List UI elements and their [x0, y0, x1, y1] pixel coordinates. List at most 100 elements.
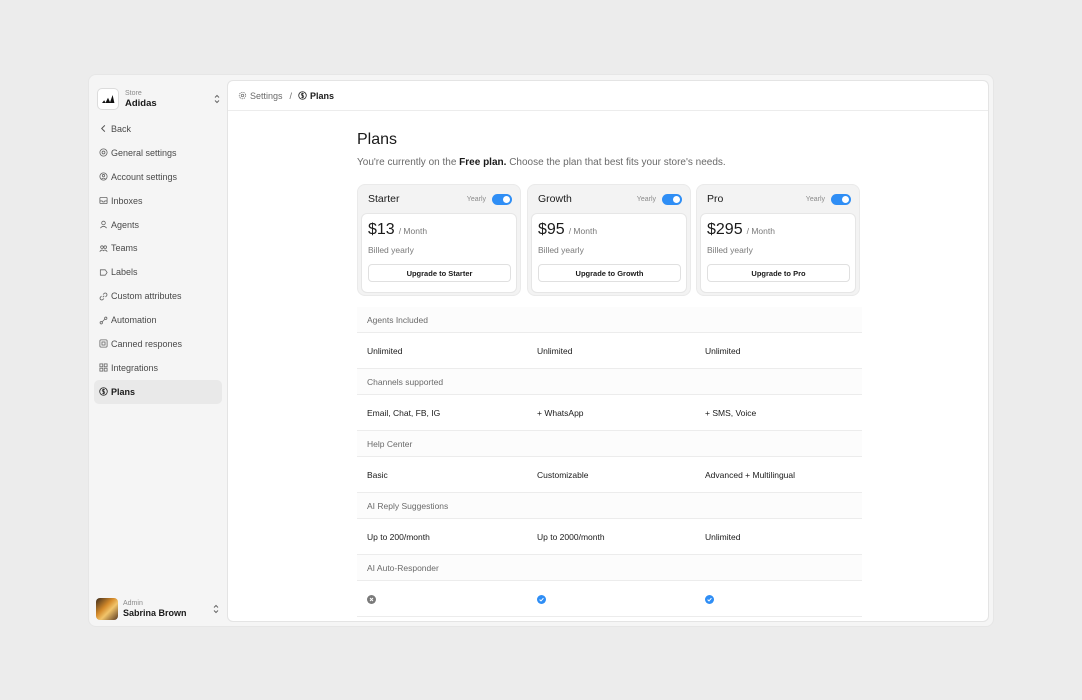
back-label: Back	[111, 123, 132, 134]
dollar-icon	[298, 91, 307, 100]
table-row: Basic Customizable Advanced + Multilingu…	[357, 457, 862, 493]
main-panel: Settings / Plans Plans You're currently …	[227, 80, 989, 622]
cell-starter: Basic	[367, 470, 388, 480]
user-role: Admin	[123, 600, 143, 607]
plan-name: Growth	[538, 193, 572, 205]
yearly-toggle[interactable]	[831, 193, 851, 205]
user-menu[interactable]: Admin Sabrina Brown	[96, 597, 220, 621]
billing-note: Billed yearly	[707, 245, 753, 255]
sidebar-item-integrations[interactable]: Integrations	[94, 356, 222, 380]
plan-name: Pro	[707, 193, 724, 205]
feature-heading: Agents Included	[357, 307, 862, 333]
current-plan: Free plan.	[459, 157, 507, 168]
cell-pro: Unlimited	[705, 346, 741, 356]
sidebar: Store Adidas Back General settings Accou…	[89, 75, 227, 626]
sidebar-item-label: Account settings	[111, 171, 178, 182]
table-row: Up to 200/month Up to 2000/month Unlimit…	[357, 519, 862, 555]
breadcrumb-settings[interactable]: Settings	[238, 91, 283, 101]
yearly-toggle[interactable]	[662, 193, 682, 205]
app-window: Store Adidas Back General settings Accou…	[88, 74, 994, 627]
page-title: Plans	[357, 131, 398, 148]
cell-growth: + WhatsApp	[537, 408, 584, 418]
table-row	[357, 581, 862, 617]
table-row: Email, Chat, FB, IG + WhatsApp + SMS, Vo…	[357, 395, 862, 431]
check-circle-icon	[537, 594, 546, 604]
sidebar-item-labels[interactable]: Labels	[94, 260, 222, 284]
inbox-icon	[99, 197, 108, 205]
cell-pro	[705, 581, 714, 617]
tag-icon	[99, 269, 108, 276]
cell-starter: Up to 200/month	[367, 532, 430, 542]
yearly-label: Yearly	[636, 195, 656, 203]
sidebar-item-label: Agents	[111, 219, 140, 230]
breadcrumb-current-label: Plans	[310, 90, 335, 101]
cell-pro: Unlimited	[705, 532, 741, 542]
page-subtitle: You're currently on the Free plan. Choos…	[357, 157, 862, 168]
feature-heading: AI Auto-Responder	[357, 555, 862, 581]
cell-growth: Customizable	[537, 470, 589, 480]
breadcrumb: Settings / Plans	[228, 81, 988, 111]
sidebar-item-label: Labels	[111, 267, 138, 278]
sidebar-item-inboxes[interactable]: Inboxes	[94, 189, 222, 213]
billing-note: Billed yearly	[538, 245, 584, 255]
account-icon	[99, 172, 108, 181]
breadcrumb-parent-label: Settings	[250, 90, 283, 101]
back-button[interactable]: Back	[94, 117, 222, 141]
plan-price: $95	[538, 221, 565, 238]
sidebar-item-custom-attributes[interactable]: Custom attributes	[94, 284, 222, 308]
avatar	[96, 598, 118, 620]
settings-icon	[238, 91, 247, 100]
breadcrumb-separator: /	[289, 90, 293, 101]
sidebar-item-teams[interactable]: Teams	[94, 236, 222, 260]
adidas-logo-icon	[97, 88, 119, 110]
store-switcher[interactable]: Store Adidas	[97, 87, 221, 111]
plan-price: $13	[368, 221, 395, 238]
sidebar-item-automation[interactable]: Automation	[94, 308, 222, 332]
sidebar-item-canned-responses[interactable]: Canned respones	[94, 332, 222, 356]
plan-cards: Starter Yearly $13 / Month Billed yearly…	[357, 184, 862, 296]
yearly-toggle[interactable]	[492, 193, 512, 205]
upgrade-starter-button[interactable]: Upgrade to Starter	[368, 264, 511, 282]
sidebar-item-label: Plans	[111, 386, 136, 397]
cell-starter: Unlimited	[367, 346, 403, 356]
feature-comparison-table: Agents Included Unlimited Unlimited Unli…	[357, 307, 862, 617]
cell-starter	[367, 581, 376, 617]
sidebar-item-agents[interactable]: Agents	[94, 213, 222, 237]
sidebar-nav: Back General settings Account settings I…	[94, 117, 222, 404]
chevron-updown-icon	[214, 94, 220, 104]
upgrade-growth-button[interactable]: Upgrade to Growth	[538, 264, 681, 282]
cross-circle-icon	[367, 594, 376, 604]
user-name: Sabrina Brown	[123, 608, 187, 618]
sidebar-item-label: General settings	[111, 147, 177, 158]
sidebar-item-label: Teams	[111, 243, 138, 254]
automation-icon	[99, 316, 108, 324]
sidebar-item-plans[interactable]: Plans	[94, 379, 222, 404]
sidebar-item-account-settings[interactable]: Account settings	[94, 165, 222, 189]
feature-heading: Help Center	[357, 431, 862, 457]
billing-note: Billed yearly	[368, 245, 414, 255]
plan-price: $295	[707, 221, 743, 238]
feature-heading: Channels supported	[357, 369, 862, 395]
cell-pro: + SMS, Voice	[705, 408, 757, 418]
sidebar-item-label: Automation	[111, 315, 157, 326]
sidebar-item-label: Canned respones	[111, 338, 183, 349]
breadcrumb-current: Plans	[298, 91, 334, 101]
yearly-label: Yearly	[805, 195, 825, 203]
team-icon	[99, 245, 108, 252]
cell-growth: Unlimited	[537, 346, 573, 356]
chevron-left-icon	[100, 125, 106, 133]
cell-pro: Advanced + Multilingual	[705, 470, 796, 480]
cell-growth	[537, 581, 546, 617]
plans-content: Plans You're currently on the Free plan.…	[357, 131, 862, 617]
user-icon	[100, 220, 107, 229]
table-row: Unlimited Unlimited Unlimited	[357, 333, 862, 369]
settings-icon	[99, 148, 108, 157]
sidebar-item-general-settings[interactable]: General settings	[94, 141, 222, 165]
dollar-icon	[99, 387, 108, 396]
cell-starter: Email, Chat, FB, IG	[367, 408, 441, 418]
plan-card-pro: Pro Yearly $295 / Month Billed yearly Up…	[696, 184, 860, 296]
yearly-label: Yearly	[466, 195, 486, 203]
store-name: Adidas	[125, 97, 157, 109]
upgrade-pro-button[interactable]: Upgrade to Pro	[707, 264, 850, 282]
sidebar-item-label: Integrations	[111, 362, 159, 373]
